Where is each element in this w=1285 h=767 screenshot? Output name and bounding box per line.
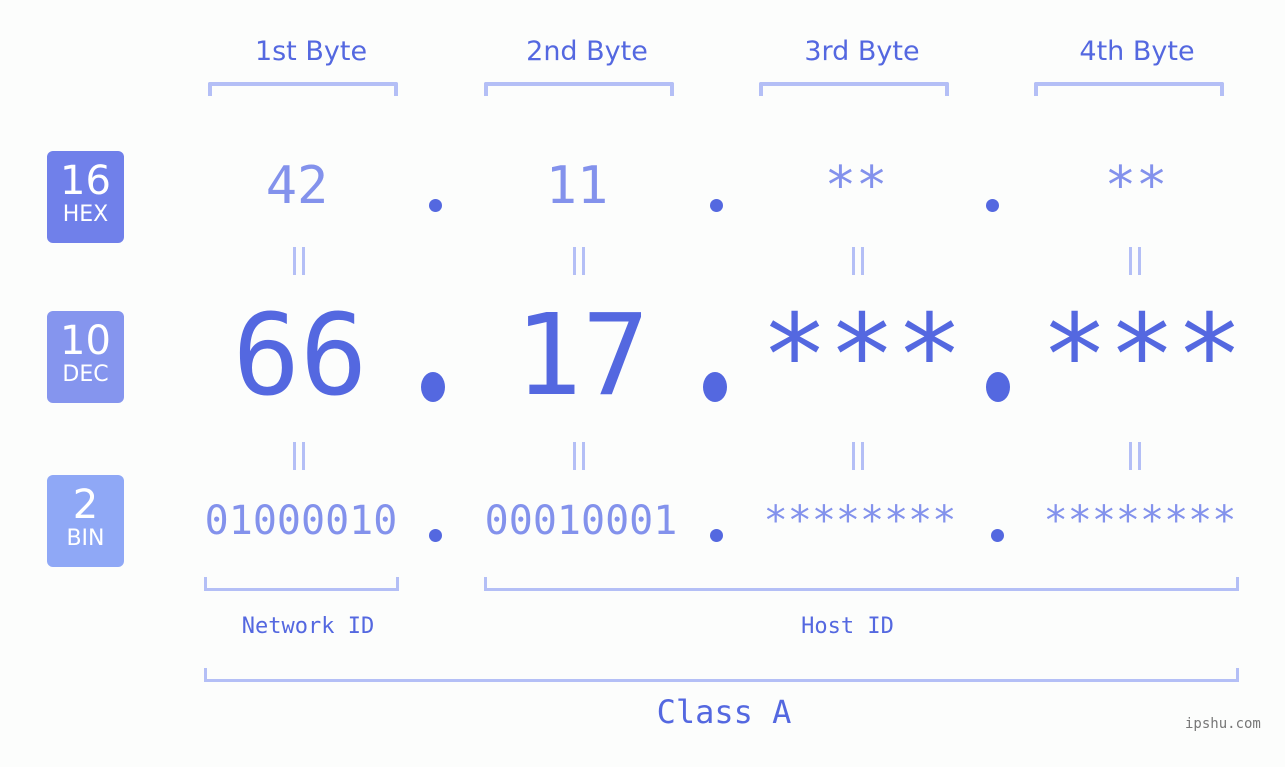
hex-byte-2: 11 [545,156,609,216]
hex-badge-number: 16 [60,158,111,204]
dec-dot-1 [421,372,445,402]
bin-badge-label: BIN [66,526,105,551]
byte-bracket-4 [1034,82,1224,96]
host-id-label: Host ID [801,614,894,639]
hex-dot-2 [710,199,723,212]
dec-byte-4: *** [1040,291,1244,421]
bin-byte-1: 01000010 [204,498,398,544]
network-id-label: Network ID [241,614,375,639]
dec-byte-2: 17 [514,291,650,421]
byte-header-2: 2nd Byte [526,36,648,67]
hex-byte-1: 42 [265,156,329,216]
byte-header-3: 3rd Byte [804,36,920,67]
equals-icon [852,247,864,275]
bin-byte-4: ******** [1043,498,1237,544]
bin-dot-1 [429,529,442,542]
dec-byte-3: *** [760,291,964,421]
byte-bracket-2 [484,82,674,96]
equals-icon [1129,247,1141,275]
bin-badge: 2 BIN [47,475,124,567]
bin-dot-3 [991,529,1004,542]
bin-dot-2 [710,529,723,542]
byte-bracket-1 [208,82,398,96]
dec-badge: 10 DEC [47,311,124,403]
hex-byte-4: ** [1104,156,1168,216]
hex-dot-3 [986,199,999,212]
byte-header-1: 1st Byte [254,36,368,67]
byte-bracket-3 [759,82,949,96]
hex-dot-1 [429,199,442,212]
class-bracket [204,668,1239,682]
class-label: Class A [656,693,792,731]
dec-badge-label: DEC [62,362,109,387]
dec-byte-1: 66 [232,291,368,421]
hex-badge: 16 HEX [47,151,124,243]
equals-icon [573,247,585,275]
dec-dot-2 [703,372,727,402]
bin-byte-3: ******** [763,498,957,544]
bin-badge-number: 2 [72,482,99,528]
network-id-bracket [204,577,399,591]
watermark: ipshu.com [1185,716,1261,732]
byte-header-4: 4th Byte [1079,36,1195,67]
bin-byte-2: 00010001 [484,498,678,544]
equals-icon [852,442,864,470]
equals-icon [573,442,585,470]
hex-badge-label: HEX [62,202,109,227]
host-id-bracket [484,577,1239,591]
equals-icon [293,442,305,470]
dec-dot-3 [986,372,1010,402]
dec-badge-number: 10 [60,318,111,364]
hex-byte-3: ** [824,156,888,216]
equals-icon [293,247,305,275]
equals-icon [1129,442,1141,470]
